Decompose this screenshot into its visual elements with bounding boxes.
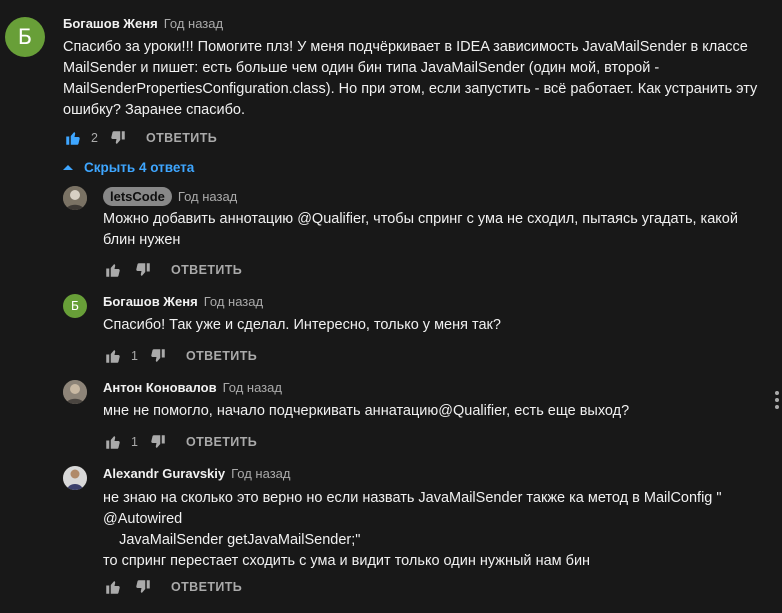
avatar[interactable]: [63, 466, 87, 490]
avatar-letter: Б: [70, 299, 80, 313]
comment-header: Богашов Женя Год назад: [63, 16, 223, 31]
comment-text: Спасибо за уроки!!! Помогите плз! У меня…: [63, 37, 757, 121]
comment-line: мне не помогло, начало подчеркивать анна…: [103, 403, 630, 419]
comment-line: блин нужен: [103, 232, 181, 248]
author-name[interactable]: Alexandr Guravskiy: [103, 466, 225, 481]
comment-line: Спасибо! Так уже и сделал. Интересно, то…: [103, 317, 501, 333]
comment-line: Спасибо за уроки!!! Помогите плз! У меня…: [63, 39, 748, 55]
comment-line: MailSender и пишет: есть больше чем один…: [63, 60, 660, 76]
author-name[interactable]: Антон Коновалов: [103, 380, 217, 395]
thumbs-down-icon[interactable]: [108, 128, 128, 148]
thumbs-down-icon[interactable]: [133, 260, 153, 280]
comment-actions: ОТВЕТИТЬ: [103, 260, 242, 280]
timestamp[interactable]: Год назад: [231, 466, 290, 481]
hide-replies-button[interactable]: Скрыть 4 ответа: [62, 157, 194, 177]
thumbs-up-icon[interactable]: [103, 346, 123, 366]
thumbs-down-icon[interactable]: [148, 346, 168, 366]
thumbs-up-icon[interactable]: [103, 432, 123, 452]
comment-line: JavaMailSender getJavaMailSender;": [103, 532, 361, 548]
thumbs-up-icon[interactable]: [103, 577, 123, 597]
comment-line: Можно добавить аннотацию @Qualifier, что…: [103, 211, 738, 227]
reply-button[interactable]: ОТВЕТИТЬ: [146, 131, 217, 145]
avatar[interactable]: [63, 380, 87, 404]
comment-line: ошибку? Заранее спасибо.: [63, 102, 245, 118]
comment-line: @Autowired: [103, 511, 183, 527]
like-count: 1: [131, 435, 138, 449]
comment-text: не знаю на сколько это верно но если наз…: [103, 488, 722, 572]
like-count: 1: [131, 349, 138, 363]
avatar-letter: Б: [17, 25, 33, 49]
avatar-photo: [63, 380, 87, 404]
avatar[interactable]: Б: [63, 294, 87, 318]
timestamp[interactable]: Год назад: [204, 294, 263, 309]
thumbs-down-icon[interactable]: [133, 577, 153, 597]
comment-header: Богашов Женя Год назад: [103, 294, 263, 309]
reply-button[interactable]: ОТВЕТИТЬ: [171, 580, 242, 594]
hide-replies-label: Скрыть 4 ответа: [84, 159, 195, 175]
thumbs-down-icon[interactable]: [148, 432, 168, 452]
avatar[interactable]: Б: [5, 17, 45, 57]
author-name[interactable]: Богашов Женя: [103, 294, 198, 309]
avatar-photo: [63, 466, 87, 490]
comment-header: Антон Коновалов Год назад: [103, 380, 282, 395]
timestamp[interactable]: Год назад: [164, 16, 223, 31]
comment-line: MailSenderPropertiesConfiguration.class)…: [63, 81, 758, 97]
author-name[interactable]: Богашов Женя: [63, 16, 158, 31]
avatar[interactable]: [63, 186, 87, 210]
comment-line: то спринг перестает сходить с ума и види…: [103, 553, 591, 569]
author-chip[interactable]: letsCode: [103, 187, 172, 206]
comment-text: мне не помогло, начало подчеркивать анна…: [103, 401, 629, 422]
comment-header: Alexandr Guravskiy Год назад: [103, 466, 290, 481]
comment-actions: 2 ОТВЕТИТЬ: [63, 128, 217, 148]
comment-actions: ОТВЕТИТЬ: [103, 577, 242, 597]
comment-line: не знаю на сколько это верно но если наз…: [103, 490, 722, 506]
thumbs-up-icon[interactable]: [103, 260, 123, 280]
chevron-up-icon: [62, 157, 74, 177]
comment-actions: 1 ОТВЕТИТЬ: [103, 346, 257, 366]
comment-header: letsCode Год назад: [103, 187, 237, 206]
reply-button[interactable]: ОТВЕТИТЬ: [186, 349, 257, 363]
timestamp[interactable]: Год назад: [223, 380, 282, 395]
avatar-photo: [63, 186, 87, 210]
thumbs-up-icon[interactable]: [63, 128, 83, 148]
comment-text: Спасибо! Так уже и сделал. Интересно, то…: [103, 315, 501, 336]
like-count: 2: [91, 131, 98, 145]
timestamp[interactable]: Год назад: [178, 189, 237, 204]
comment-text: Можно добавить аннотацию @Qualifier, что…: [103, 209, 738, 251]
comment-actions: 1 ОТВЕТИТЬ: [103, 432, 257, 452]
more-actions-icon[interactable]: [774, 391, 780, 413]
reply-button[interactable]: ОТВЕТИТЬ: [186, 435, 257, 449]
reply-button[interactable]: ОТВЕТИТЬ: [171, 263, 242, 277]
